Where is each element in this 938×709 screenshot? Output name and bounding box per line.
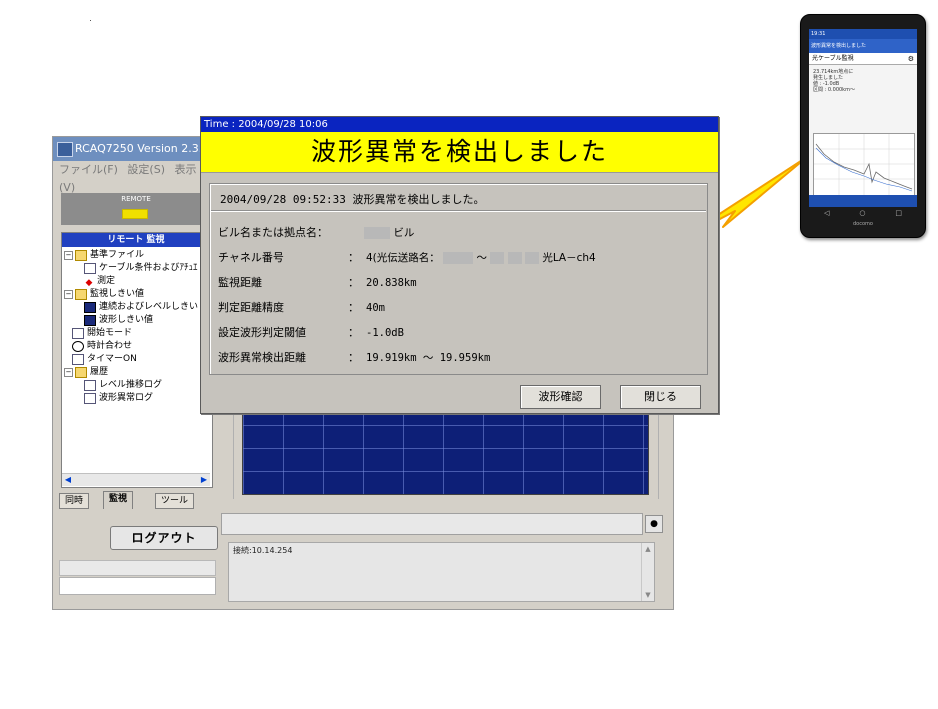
threshold-value: -1.0dB — [366, 327, 404, 339]
app-logo-icon — [57, 142, 73, 157]
tree-item-measure[interactable]: ◆ 測定 — [84, 275, 115, 288]
alert-dialog: Time : 2004/09/28 10:06 波形異常を検出しました 2004… — [200, 116, 719, 414]
folder-icon — [75, 367, 87, 378]
gear-icon[interactable]: ⚙ — [908, 53, 914, 65]
channel-value: 4(光伝送路名： 〜 光LA－ch4 — [366, 252, 596, 264]
scroll-up-icon[interactable]: ▲ — [642, 545, 654, 553]
home-icon[interactable]: ○ — [859, 209, 865, 219]
app-title-text: RCAQ7250 Version 2.3. — [75, 142, 203, 155]
app-titlebar: RCAQ7250 Version 2.3. — [53, 137, 213, 161]
dialog-body: 2004/09/28 09:52:33 波形異常を検出しました。 ビル名または拠… — [209, 183, 708, 375]
log-scrollbar[interactable]: ▲ ▼ — [641, 543, 654, 601]
tab-simultaneous[interactable]: 同時 — [59, 493, 90, 509]
folder-icon — [75, 250, 87, 261]
menu-settings[interactable]: 設定(S) — [127, 163, 165, 176]
divider — [211, 210, 706, 212]
accuracy-value: 40m — [366, 302, 385, 314]
smartphone: 19:31 波形異常を検出しました 光ケーブル監視 ⚙ 23.714km地点に … — [800, 14, 926, 238]
anomaly-distance-value: 19.919km 〜 19.959km — [366, 352, 491, 364]
document-icon — [84, 263, 96, 274]
progress-bar — [221, 513, 643, 535]
flag-icon — [72, 328, 84, 339]
tree-item-clock-sync[interactable]: 時計合わせ — [72, 340, 132, 353]
scroll-down-icon[interactable]: ▼ — [642, 591, 654, 599]
scroll-right-icon[interactable]: ▶ — [198, 474, 210, 486]
waveform-icon — [84, 302, 96, 313]
phone-nav-bar: ◁ ○ □ — [809, 209, 917, 219]
stray-dot — [90, 20, 91, 21]
waveform-icon — [84, 315, 96, 326]
back-icon[interactable]: ◁ — [824, 209, 829, 219]
phone-app-title: 光ケーブル監視 — [812, 55, 854, 62]
timer-icon — [72, 354, 84, 365]
tree-item-start-mode[interactable]: 開始モード — [72, 327, 132, 340]
tab-tools[interactable]: ツール — [155, 493, 195, 509]
phone-body-text: 23.714km地点に 発生しました 値 : -1.0dB 区間 : 0.000… — [813, 69, 855, 93]
tree-item-level-threshold[interactable]: 連続およびレベルしきい — [84, 301, 198, 314]
phone-bottom-bar[interactable] — [809, 195, 917, 207]
tree-view: リモート 監視 − 基準ファイル ケーブル条件およびｱﾁｭｴ ◆ 測定 − 監視しきい… — [61, 232, 213, 488]
clock-icon — [72, 341, 84, 352]
collapse-icon[interactable]: − — [64, 290, 73, 299]
tab-strip: 同時 監視 ツール — [59, 489, 214, 509]
tree-item-reference-file[interactable]: − 基準ファイル — [64, 249, 144, 262]
folder-icon — [75, 289, 87, 300]
building-label: ビル名または拠点名： — [218, 226, 328, 239]
masked-text — [507, 252, 522, 264]
phone-waveform-chart — [813, 133, 915, 197]
masked-text — [525, 252, 539, 264]
dialog-heading: 波形異常を検出しました — [310, 137, 608, 166]
status-field — [59, 560, 216, 576]
log-icon — [84, 380, 96, 391]
tree-item-monitor-threshold[interactable]: − 監視しきい値 — [64, 288, 144, 301]
masked-text — [364, 227, 390, 239]
dialog-banner: 波形異常を検出しました — [201, 132, 718, 173]
tree-horizontal-scrollbar[interactable]: ◀ ▶ — [62, 473, 210, 486]
masked-text — [490, 252, 505, 264]
phone-screen: 19:31 波形異常を検出しました 光ケーブル監視 ⚙ 23.714km地点に … — [809, 29, 917, 207]
building-value: ビル — [364, 224, 414, 242]
remote-label: REMOTE — [121, 195, 151, 203]
tree-item-history[interactable]: − 履歴 — [64, 366, 108, 379]
menu-bar: ファイル(F) 設定(S) 表示(V) — [53, 161, 213, 194]
close-button[interactable]: 閉じる — [620, 385, 701, 409]
phone-appbar: 光ケーブル監視 ⚙ — [809, 53, 917, 65]
collapse-icon[interactable]: − — [64, 368, 73, 377]
waveform-graph — [242, 401, 649, 495]
phone-notification[interactable]: 波形異常を検出しました — [809, 39, 917, 53]
log-text: 接続:10.14.254 — [233, 546, 293, 555]
collapse-icon[interactable]: − — [64, 251, 73, 260]
phone-status-bar: 19:31 — [809, 29, 917, 39]
status-field-2 — [59, 577, 216, 595]
indicator-button[interactable]: ● — [645, 515, 663, 533]
tab-monitor[interactable]: 監視 — [103, 491, 134, 509]
recent-apps-icon[interactable]: □ — [895, 209, 902, 219]
tree-header: リモート 監視 — [62, 233, 210, 247]
channel-label: チャネル番号 — [218, 251, 284, 264]
detection-message: 2004/09/28 09:52:33 波形異常を検出しました。 — [220, 193, 485, 206]
confirm-waveform-button[interactable]: 波形確認 — [520, 385, 601, 409]
arrow-right-icon: ◆ — [85, 278, 93, 288]
tree-item-timer[interactable]: タイマーON — [72, 353, 137, 366]
dialog-titlebar: Time : 2004/09/28 10:06 — [201, 117, 718, 132]
monitor-distance-value: 20.838km — [366, 277, 417, 289]
tree-item-cable-conditions[interactable]: ケーブル条件およびｱﾁｭｴ — [84, 262, 197, 275]
tree-item-waveform-log[interactable]: 波形異常ログ — [84, 392, 153, 405]
remote-lamp-indicator — [122, 209, 148, 219]
logout-button[interactable]: ログアウト — [110, 526, 218, 550]
log-textarea[interactable]: 接続:10.14.254 ▲ ▼ — [228, 542, 655, 602]
tree-item-level-log[interactable]: レベル推移ログ — [84, 379, 162, 392]
masked-text — [443, 252, 474, 264]
tree-item-waveform-threshold[interactable]: 波形しきい値 — [84, 314, 153, 327]
menu-file[interactable]: ファイル(F) — [59, 163, 118, 176]
log-icon — [84, 393, 96, 404]
phone-brand-logo: docomo — [853, 221, 873, 227]
scroll-left-icon[interactable]: ◀ — [62, 474, 74, 486]
